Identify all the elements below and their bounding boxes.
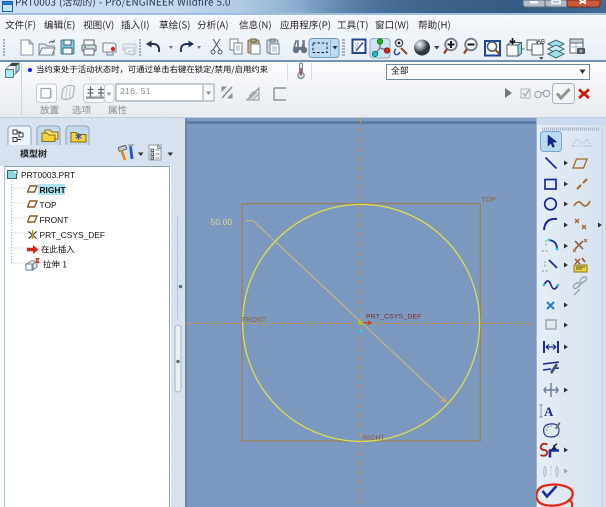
svg-text:A: A (544, 404, 554, 419)
svg-text:PRT_CSYS_DEF: PRT_CSYS_DEF (366, 314, 422, 321)
svg-text:TOP: TOP (482, 197, 497, 204)
svg-text:AB: AB (537, 40, 545, 46)
svg-text:RIGHT: RIGHT (363, 435, 386, 442)
svg-text:FRONT: FRONT (242, 317, 267, 324)
svg-text:50.00: 50.00 (211, 217, 233, 227)
